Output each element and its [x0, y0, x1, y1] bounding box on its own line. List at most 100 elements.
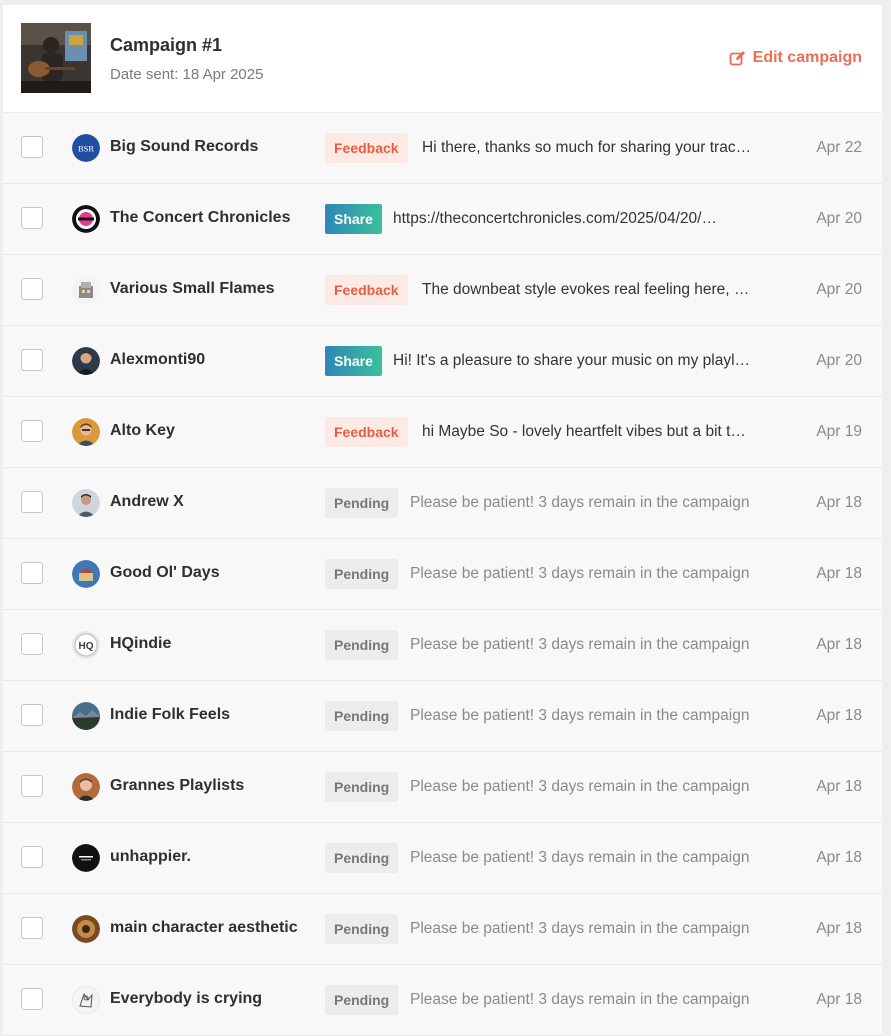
response-date: Apr 20 — [816, 281, 862, 298]
curator-name[interactable]: HQindie — [110, 635, 171, 653]
response-message: Please be patient! 3 days remain in the … — [410, 991, 750, 1008]
response-date: Apr 20 — [816, 210, 862, 227]
status-badge[interactable]: Feedback — [325, 133, 408, 163]
row-checkbox[interactable] — [21, 633, 43, 655]
curator-name[interactable]: Everybody is crying — [110, 990, 262, 1008]
curator-name[interactable]: The Concert Chronicles — [110, 209, 290, 227]
avatar-text: BSR — [78, 144, 94, 154]
avatar — [72, 986, 100, 1014]
response-date: Apr 22 — [816, 139, 862, 156]
row-checkbox[interactable] — [21, 491, 43, 513]
campaign-date-sent: Date sent: 18 Apr 2025 — [110, 66, 264, 83]
row-checkbox[interactable] — [21, 562, 43, 584]
edit-campaign-button[interactable]: Edit campaign — [729, 49, 862, 67]
table-row[interactable]: Grannes Playlists Pending Please be patien… — [3, 752, 882, 823]
status-badge: Pending — [325, 701, 399, 731]
curator-name[interactable]: Alexmonti90 — [110, 351, 205, 369]
response-date: Apr 18 — [816, 565, 862, 582]
avatar — [72, 915, 100, 943]
table-row[interactable]: HQ HQindie Pending Please be patient! 3 day… — [3, 610, 882, 681]
response-date: Apr 18 — [816, 778, 862, 795]
row-checkbox[interactable] — [21, 278, 43, 300]
table-row[interactable]: Good Ol' Days Pending Please be patient! 3… — [3, 539, 882, 610]
curator-name[interactable]: Indie Folk Feels — [110, 706, 230, 724]
avatar — [72, 489, 100, 517]
curator-name[interactable]: Various Small Flames — [110, 280, 275, 298]
avatar — [72, 276, 100, 304]
row-checkbox[interactable] — [21, 775, 43, 797]
avatar — [72, 844, 100, 872]
table-row[interactable]: Alexmonti90 Share Hi! It's a pleasure to s… — [3, 326, 882, 397]
response-message[interactable]: hi Maybe So - lovely heartfelt vibes but… — [422, 423, 772, 441]
response-message[interactable]: Hi there, thanks so much for sharing you… — [422, 139, 772, 157]
response-message[interactable]: Hi! It's a pleasure to share your music … — [393, 352, 771, 370]
row-checkbox[interactable] — [21, 136, 43, 158]
campaign-header: Campaign #1 Date sent: 18 Apr 2025 Edit … — [3, 5, 882, 113]
response-message: Please be patient! 3 days remain in the … — [410, 778, 750, 795]
campaign-thumbnail — [21, 23, 91, 93]
curator-name[interactable]: Andrew X — [110, 493, 184, 511]
status-badge[interactable]: Share — [325, 204, 382, 234]
campaign-title: Campaign #1 — [110, 35, 223, 55]
curator-name[interactable]: Big Sound Records — [110, 138, 258, 156]
avatar — [72, 560, 100, 588]
status-badge[interactable]: Feedback — [325, 275, 408, 305]
table-row[interactable]: unhappier. Pending Please be patient! 3 da… — [3, 823, 882, 894]
avatar — [72, 773, 100, 801]
status-badge: Pending — [325, 772, 399, 802]
curator-name[interactable]: main character aesthetic — [110, 919, 298, 937]
avatar — [72, 205, 100, 233]
avatar — [72, 418, 100, 446]
row-checkbox[interactable] — [21, 846, 43, 868]
response-date: Apr 18 — [816, 636, 862, 653]
response-message: Please be patient! 3 days remain in the … — [410, 707, 750, 724]
status-badge[interactable]: Feedback — [325, 417, 408, 447]
row-checkbox[interactable] — [21, 420, 43, 442]
row-checkbox[interactable] — [21, 988, 43, 1010]
status-badge: Pending — [325, 488, 399, 518]
table-row[interactable]: main character aesthetic Pending Please be… — [3, 894, 882, 965]
row-checkbox[interactable] — [21, 207, 43, 229]
response-date: Apr 18 — [816, 849, 862, 866]
curator-name[interactable]: unhappier. — [110, 848, 191, 866]
response-message[interactable]: The downbeat style evokes real feeling h… — [422, 281, 772, 299]
edit-campaign-label: Edit campaign — [752, 49, 862, 66]
table-row[interactable]: BSR Big Sound Records Feedback Hi there, th… — [3, 113, 882, 184]
campaign-panel: Campaign #1 Date sent: 18 Apr 2025 Edit … — [3, 5, 882, 1036]
response-list: BSR Big Sound Records Feedback Hi there, th… — [3, 113, 882, 1036]
avatar — [72, 347, 100, 375]
table-row[interactable]: The Concert Chronicles Share https://theco… — [3, 184, 882, 255]
response-date: Apr 20 — [816, 352, 862, 369]
response-message[interactable]: https://theconcertchronicles.com/2025/04… — [393, 210, 771, 228]
response-message: Please be patient! 3 days remain in the … — [410, 920, 750, 937]
response-message: Please be patient! 3 days remain in the … — [410, 494, 750, 511]
response-date: Apr 19 — [816, 423, 862, 440]
status-badge: Pending — [325, 843, 399, 873]
curator-name[interactable]: Alto Key — [110, 422, 175, 440]
curator-name[interactable]: Grannes Playlists — [110, 777, 244, 795]
table-row[interactable]: Everybody is crying Pending Please be pati… — [3, 965, 882, 1036]
response-message: Please be patient! 3 days remain in the … — [410, 565, 750, 582]
row-checkbox[interactable] — [21, 349, 43, 371]
status-badge[interactable]: Share — [325, 346, 382, 376]
avatar: HQ — [72, 631, 100, 659]
table-row[interactable]: Various Small Flames Feedback The downbeat… — [3, 255, 882, 326]
table-row[interactable]: Alto Key Feedback hi Maybe So - lovely hea… — [3, 397, 882, 468]
response-date: Apr 18 — [816, 991, 862, 1008]
table-row[interactable]: Indie Folk Feels Pending Please be patient… — [3, 681, 882, 752]
row-checkbox[interactable] — [21, 917, 43, 939]
table-row[interactable]: Andrew X Pending Please be patient! 3 days… — [3, 468, 882, 539]
row-checkbox[interactable] — [21, 704, 43, 726]
avatar — [72, 702, 100, 730]
edit-icon — [729, 50, 745, 65]
avatar-text: HQ — [79, 641, 94, 652]
response-date: Apr 18 — [816, 707, 862, 724]
avatar: BSR — [72, 134, 100, 162]
response-message: Please be patient! 3 days remain in the … — [410, 636, 750, 653]
response-date: Apr 18 — [816, 494, 862, 511]
status-badge: Pending — [325, 559, 399, 589]
status-badge: Pending — [325, 914, 399, 944]
status-badge: Pending — [325, 985, 399, 1015]
status-badge: Pending — [325, 630, 399, 660]
curator-name[interactable]: Good Ol' Days — [110, 564, 220, 582]
